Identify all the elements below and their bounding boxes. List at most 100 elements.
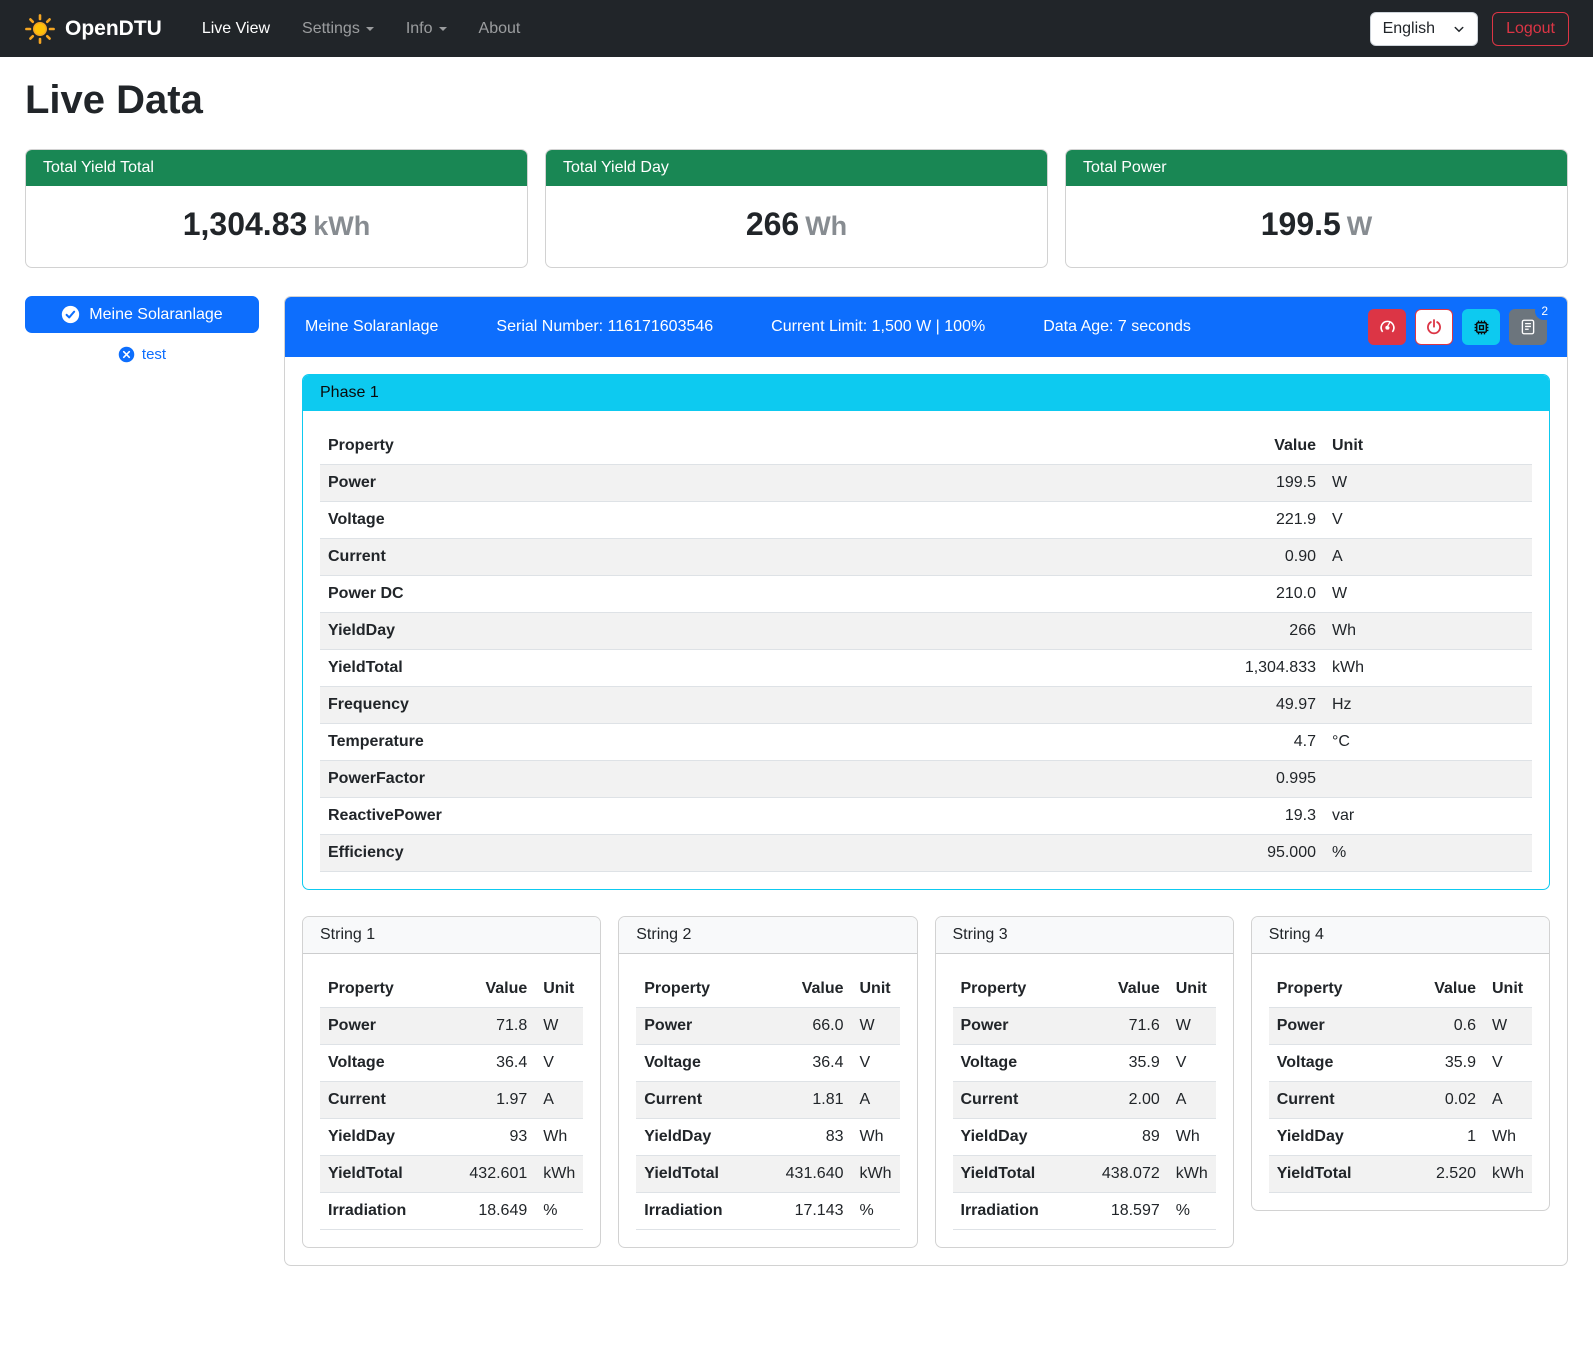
- logout-button[interactable]: Logout: [1492, 12, 1569, 46]
- table-row: YieldTotal432.601kWh: [320, 1156, 583, 1193]
- value-cell: 66.0: [766, 1008, 852, 1045]
- property-cell: Voltage: [320, 502, 1189, 539]
- total-power-value: 199.5: [1261, 206, 1341, 242]
- inverter-select-button[interactable]: Meine Solaranlage: [25, 296, 259, 333]
- property-cell: Irradiation: [636, 1193, 765, 1230]
- unit-cell: V: [1324, 502, 1532, 539]
- property-cell: Temperature: [320, 724, 1189, 761]
- strings-row: String 1 Property Value Unit: [302, 916, 1550, 1248]
- property-cell: Current: [953, 1082, 1082, 1119]
- header-unit: Unit: [1168, 971, 1216, 1008]
- value-cell: 18.597: [1082, 1193, 1168, 1230]
- string-3-title: String 3: [936, 917, 1233, 954]
- string-2-title: String 2: [619, 917, 916, 954]
- string-2-card: String 2 Property Value Unit: [618, 916, 917, 1248]
- journal-text-icon: [1519, 318, 1537, 336]
- string-4-card: String 4 Property Value Unit: [1251, 916, 1550, 1211]
- inverter-card: Meine Solaranlage Serial Number: 1161716…: [284, 296, 1568, 1266]
- table-header-row: Property Value Unit: [636, 971, 899, 1008]
- value-cell: 1: [1398, 1119, 1484, 1156]
- value-cell: 36.4: [766, 1045, 852, 1082]
- value-cell: 210.0: [1189, 576, 1324, 613]
- header-property: Property: [1269, 971, 1398, 1008]
- inverter-select-test-label: test: [142, 346, 166, 363]
- unit-cell: W: [1324, 576, 1532, 613]
- string-1-table: Property Value Unit Power71.8WVoltage36.…: [320, 971, 583, 1230]
- nav-about[interactable]: About: [465, 12, 535, 46]
- unit-cell: kWh: [535, 1156, 583, 1193]
- unit-cell: W: [1484, 1008, 1532, 1045]
- language-select[interactable]: English: [1370, 12, 1478, 46]
- table-row: Voltage36.4V: [636, 1045, 899, 1082]
- inverter-name: Meine Solaranlage: [305, 318, 438, 336]
- value-cell: 17.143: [766, 1193, 852, 1230]
- summary-cards-row: Total Yield Total 1,304.83kWh Total Yiel…: [25, 149, 1568, 268]
- chevron-down-icon: [1453, 23, 1465, 35]
- table-row: PowerFactor0.995: [320, 761, 1532, 798]
- total-yield-day-value: 266: [746, 206, 799, 242]
- unit-cell: %: [535, 1193, 583, 1230]
- string-2-table: Property Value Unit Power66.0WVoltage36.…: [636, 971, 899, 1230]
- header-value: Value: [449, 971, 535, 1008]
- unit-cell: A: [852, 1082, 900, 1119]
- value-cell: 71.6: [1082, 1008, 1168, 1045]
- total-yield-total-unit: kWh: [313, 211, 370, 241]
- header-unit: Unit: [1324, 428, 1532, 465]
- table-row: Voltage35.9V: [953, 1045, 1216, 1082]
- table-row: Current0.02A: [1269, 1082, 1532, 1119]
- table-row: Voltage221.9V: [320, 502, 1532, 539]
- value-cell: 19.3: [1189, 798, 1324, 835]
- property-cell: YieldTotal: [1269, 1156, 1398, 1193]
- inverter-card-header: Meine Solaranlage Serial Number: 1161716…: [285, 297, 1567, 357]
- nav-live-view[interactable]: Live View: [188, 12, 284, 46]
- unit-cell: kWh: [852, 1156, 900, 1193]
- header-value: Value: [1082, 971, 1168, 1008]
- property-cell: Current: [320, 539, 1189, 576]
- nav-settings[interactable]: Settings: [288, 12, 388, 46]
- card-title: Total Power: [1066, 150, 1567, 186]
- property-cell: Irradiation: [320, 1193, 449, 1230]
- power-toggle-button[interactable]: [1415, 309, 1453, 345]
- unit-cell: V: [852, 1045, 900, 1082]
- table-row: Current2.00A: [953, 1082, 1216, 1119]
- property-cell: Voltage: [1269, 1045, 1398, 1082]
- card-title: Total Yield Total: [26, 150, 527, 186]
- nav-info[interactable]: Info: [392, 12, 461, 46]
- table-row: YieldDay83Wh: [636, 1119, 899, 1156]
- value-cell: 0.02: [1398, 1082, 1484, 1119]
- string-3-card: String 3 Property Value Unit: [935, 916, 1234, 1248]
- chevron-down-icon: [366, 27, 374, 31]
- property-cell: YieldTotal: [320, 1156, 449, 1193]
- string-3-table: Property Value Unit Power71.6WVoltage35.…: [953, 971, 1216, 1230]
- string-4-title: String 4: [1252, 917, 1549, 954]
- value-cell: 2.520: [1398, 1156, 1484, 1193]
- unit-cell: W: [1168, 1008, 1216, 1045]
- property-cell: Power: [953, 1008, 1082, 1045]
- table-row: Power71.6W: [953, 1008, 1216, 1045]
- value-cell: 35.9: [1398, 1045, 1484, 1082]
- table-row: YieldTotal438.072kWh: [953, 1156, 1216, 1193]
- property-cell: Voltage: [953, 1045, 1082, 1082]
- property-cell: Power: [1269, 1008, 1398, 1045]
- unit-cell: kWh: [1484, 1156, 1532, 1193]
- total-power-card: Total Power 199.5W: [1065, 149, 1568, 268]
- limit-settings-button[interactable]: [1368, 309, 1406, 345]
- inverter-select-test[interactable]: test: [25, 346, 259, 363]
- unit-cell: W: [852, 1008, 900, 1045]
- x-circle-icon: [118, 346, 135, 363]
- property-cell: YieldDay: [320, 1119, 449, 1156]
- check-circle-icon: [61, 305, 80, 324]
- brand[interactable]: OpenDTU: [24, 13, 162, 45]
- unit-cell: [1324, 761, 1532, 798]
- events-button[interactable]: 2: [1509, 309, 1547, 345]
- inverter-limit: Current Limit: 1,500 W | 100%: [771, 318, 985, 336]
- value-cell: 35.9: [1082, 1045, 1168, 1082]
- value-cell: 71.8: [449, 1008, 535, 1045]
- string-1-title: String 1: [303, 917, 600, 954]
- property-cell: Voltage: [636, 1045, 765, 1082]
- property-cell: Irradiation: [953, 1193, 1082, 1230]
- unit-cell: var: [1324, 798, 1532, 835]
- restart-button[interactable]: [1462, 309, 1500, 345]
- table-row: Power0.6W: [1269, 1008, 1532, 1045]
- cpu-icon: [1472, 318, 1491, 337]
